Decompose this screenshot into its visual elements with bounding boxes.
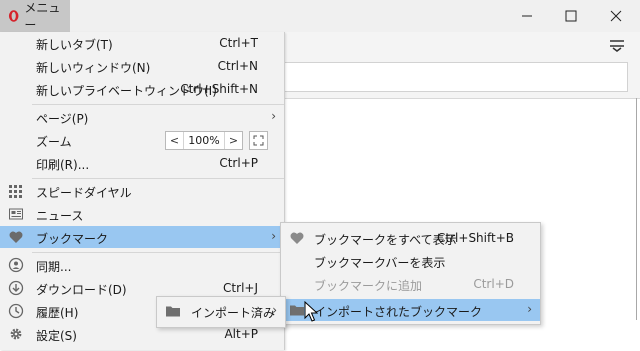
fullscreen-button[interactable] (249, 131, 268, 150)
bookmarks-submenu: ブックマークをすべて表示 Ctrl+Shift+B ブックマークバーを表示 ブッ… (280, 222, 541, 325)
menu-item-new-tab[interactable]: 新しいタブ(T) Ctrl+T (0, 32, 284, 54)
menu-item-label: ブックマークをすべて表示 (314, 233, 457, 247)
maximize-button[interactable] (548, 0, 594, 32)
title-bar (0, 0, 640, 33)
menu-item-label: スピードダイヤル (36, 186, 132, 200)
close-button[interactable] (593, 0, 639, 32)
chevron-right-icon: › (527, 302, 532, 316)
menu-item-speed-dial[interactable]: スピードダイヤル (0, 180, 284, 202)
imported-submenu[interactable]: インポート済み › (156, 296, 286, 328)
clock-icon (8, 303, 24, 319)
opera-logo-icon (8, 10, 19, 22)
shortcut-label: Alt+P (224, 327, 258, 341)
menu-item-label: ページ(P) (36, 112, 89, 126)
menu-item-new-private-window[interactable]: 新しいプライベートウィンドウ(I) Ctrl+Shift+N (0, 78, 284, 100)
fullscreen-icon (253, 135, 264, 146)
minimize-icon (522, 15, 532, 17)
heart-icon (9, 231, 23, 243)
shortcut-label: Ctrl+D (473, 277, 514, 291)
news-icon (9, 208, 23, 220)
zoom-in-button[interactable]: > (225, 132, 242, 149)
close-icon (610, 10, 622, 22)
maximize-icon (565, 10, 577, 22)
menu-item-label: ニュース (36, 209, 84, 223)
download-icon (8, 280, 24, 296)
menu-item-imported-bookmarks[interactable]: インポートされたブックマーク › (281, 299, 540, 321)
menu-item-show-all-bookmarks[interactable]: ブックマークをすべて表示 Ctrl+Shift+B (281, 227, 540, 249)
menu-item-show-bookmarks-bar[interactable]: ブックマークバーを表示 (281, 250, 540, 272)
menu-item-label: 新しいタブ(T) (36, 38, 113, 52)
menu-separator (32, 178, 284, 179)
minimize-button[interactable] (504, 0, 550, 32)
opera-menu-button[interactable]: メニュー (0, 0, 70, 32)
menu-item-label: 印刷(R)... (36, 158, 90, 172)
gear-icon (10, 328, 22, 340)
menu-item-sync[interactable]: 同期... (0, 254, 284, 276)
address-bar[interactable] (250, 62, 628, 92)
menu-item-page[interactable]: ページ(P) › (0, 106, 284, 128)
menu-item-news[interactable]: ニュース (0, 203, 284, 225)
menu-separator (32, 252, 284, 253)
folder-icon (290, 305, 304, 316)
menu-item-label: 同期... (36, 260, 72, 274)
menu-item-add-bookmark: ブックマークに追加 Ctrl+D (281, 273, 540, 295)
menu-item-label: インポート済み (191, 306, 276, 320)
menu-item-new-window[interactable]: 新しいウィンドウ(N) Ctrl+N (0, 55, 284, 77)
heart-icon (290, 232, 304, 244)
mouse-cursor-icon (304, 301, 318, 322)
menu-item-bookmarks[interactable]: ブックマーク › (0, 226, 284, 248)
chevron-right-icon: › (271, 109, 276, 123)
menu-button-label: メニュー (24, 1, 61, 32)
menu-item-label: インポートされたブックマーク (314, 305, 483, 319)
menu-item-label: 設定(S) (36, 329, 77, 343)
person-icon (8, 257, 24, 273)
shortcut-label: Ctrl+Shift+B (437, 231, 514, 245)
zoom-control: < 100% > (165, 131, 243, 150)
easy-setup-button[interactable] (608, 38, 626, 52)
zoom-out-button[interactable]: < (166, 132, 183, 149)
menu-item-label: ズーム (36, 135, 72, 149)
shortcut-label: Ctrl+T (219, 36, 258, 50)
window-border (636, 98, 637, 320)
shortcut-label: Ctrl+P (219, 156, 258, 170)
shortcut-label: Ctrl+N (217, 59, 258, 73)
shortcut-label: Ctrl+J (223, 281, 258, 295)
menu-item-print[interactable]: 印刷(R)... Ctrl+P (0, 152, 284, 174)
menu-item-label: 新しいウィンドウ(N) (36, 61, 151, 75)
menu-item-label: ブックマークバーを表示 (314, 256, 446, 270)
chevron-right-icon: › (271, 229, 276, 243)
shortcut-label: Ctrl+Shift+N (180, 82, 258, 96)
menu-item-label: ブックマーク (36, 232, 109, 246)
menu-item-label: ダウンロード(D) (36, 283, 127, 297)
menu-separator (32, 104, 284, 105)
chevron-right-icon: › (272, 303, 277, 317)
menu-item-label: 履歴(H) (36, 306, 79, 320)
menu-item-label: ブックマークに追加 (314, 279, 423, 293)
easy-setup-icon (610, 40, 624, 52)
grid-icon (9, 185, 22, 198)
zoom-value: 100% (183, 132, 225, 149)
folder-icon (166, 306, 180, 317)
